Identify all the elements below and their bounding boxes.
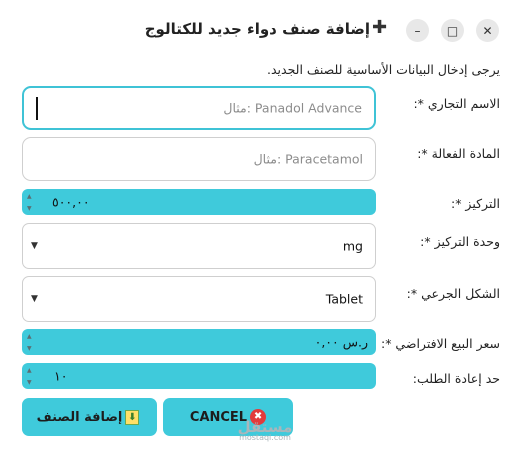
close-icon: ✕	[482, 23, 493, 38]
window-title: إضافة صنف دواء جديد للكتالوج	[144, 20, 370, 38]
trade-name-placeholder: مثال: Panadol Advance	[223, 100, 362, 116]
active-ingredient-placeholder: مثال: Paracetamol	[253, 151, 363, 167]
default-price-value: ر.س ٠,٠٠	[314, 334, 368, 350]
add-item-button[interactable]: إضافة الصنف ⬇	[22, 398, 157, 436]
minimize-button[interactable]: –	[406, 19, 429, 42]
spin-up-icon[interactable]: ▲	[27, 191, 32, 203]
concentration-value: ٥٠٠,٠٠	[52, 194, 90, 210]
concentration-spinbox[interactable]: ▲ ▼ ٥٠٠,٠٠	[22, 189, 376, 215]
maximize-icon: □	[446, 23, 459, 38]
chevron-down-icon: ▼	[31, 241, 38, 251]
trade-name-label: الاسم التجاري *:	[413, 96, 500, 111]
title-bar: ✕ □ – إضافة صنف دواء جديد للكتالوج ✚	[0, 0, 522, 60]
spin-down-icon[interactable]: ▼	[27, 343, 32, 355]
title-plus-icon: ✚	[372, 17, 388, 38]
spin-down-icon[interactable]: ▼	[27, 203, 32, 215]
reorder-level-spinbox[interactable]: ▲ ▼ ١٠	[22, 363, 376, 389]
concentration-unit-select[interactable]: ▼ mg	[22, 223, 376, 269]
default-price-spinbox[interactable]: ▲ ▼ ر.س ٠,٠٠	[22, 329, 376, 355]
spinner-arrows[interactable]: ▲ ▼	[27, 331, 32, 355]
concentration-unit-value: mg	[342, 238, 363, 254]
dosage-form-select[interactable]: ▼ Tablet	[22, 276, 376, 322]
trade-name-input[interactable]: مثال: Panadol Advance	[22, 86, 376, 130]
spin-down-icon[interactable]: ▼	[27, 377, 32, 389]
watermark-latin: mostaql.com	[239, 433, 291, 442]
spin-up-icon[interactable]: ▲	[27, 365, 32, 377]
text-caret	[36, 97, 38, 120]
instruction-text: يرجى إدخال البيانات الأساسية للصنف الجدي…	[267, 62, 500, 77]
close-button[interactable]: ✕	[476, 19, 499, 42]
reorder-level-value: ١٠	[54, 368, 68, 384]
watermark: مستقل mostaql.com	[230, 418, 300, 442]
chevron-down-icon: ▼	[31, 294, 38, 304]
default-price-label: سعر البيع الافتراضي *:	[380, 336, 500, 351]
dosage-form-value: Tablet	[325, 291, 363, 307]
download-arrow-icon: ⬇	[125, 409, 140, 425]
spinner-arrows[interactable]: ▲ ▼	[27, 365, 32, 389]
reorder-level-label: حد إعادة الطلب:	[412, 371, 500, 386]
maximize-button[interactable]: □	[441, 19, 464, 42]
concentration-label: التركيز *:	[450, 196, 500, 211]
minimize-icon: –	[414, 23, 421, 38]
spin-up-icon[interactable]: ▲	[27, 331, 32, 343]
active-ingredient-input[interactable]: مثال: Paracetamol	[22, 137, 376, 181]
concentration-unit-label: وحدة التركيز *:	[420, 234, 500, 249]
dosage-form-label: الشكل الجرعي *:	[406, 286, 500, 301]
add-item-label: إضافة الصنف	[36, 409, 123, 425]
active-ingredient-label: المادة الفعالة *:	[417, 146, 500, 161]
spinner-arrows[interactable]: ▲ ▼	[27, 191, 32, 215]
